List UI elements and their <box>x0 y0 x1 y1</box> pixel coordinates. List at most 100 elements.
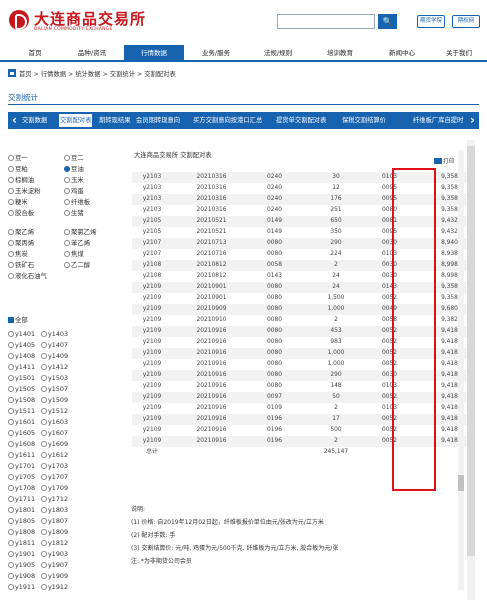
table-scroll-thumb[interactable] <box>458 475 464 491</box>
contract-option[interactable]: y1805 <box>8 517 35 525</box>
tab-7[interactable]: 纤维板厂库自提时 <box>413 114 463 127</box>
tab-5[interactable]: 提货单交割配对表 <box>276 114 326 127</box>
nav-item-0[interactable]: 首页 <box>10 45 60 62</box>
contract-option[interactable]: y1803 <box>41 506 68 514</box>
variety-option[interactable]: 焦煤 <box>64 249 84 258</box>
contract-option[interactable]: y1712 <box>41 495 68 503</box>
contract-option[interactable]: y1709 <box>41 484 68 492</box>
contract-option[interactable]: y1403 <box>41 330 68 338</box>
print-button[interactable]: 打印 <box>434 156 455 165</box>
contract-option[interactable]: y1411 <box>8 363 35 371</box>
contract-option[interactable]: y1708 <box>8 484 35 492</box>
contract-option[interactable]: y1503 <box>41 374 68 382</box>
variety-option[interactable]: 豆一 <box>8 153 28 162</box>
contract-option[interactable]: y1703 <box>41 462 68 470</box>
variety-option[interactable]: 乙二醇 <box>64 260 90 269</box>
tab-6[interactable]: 保税交割结算价 <box>342 114 386 127</box>
tab-next-icon[interactable]: › <box>466 112 479 129</box>
variety-option[interactable]: 聚丙烯 <box>8 238 34 247</box>
variety-option[interactable]: 苯乙烯 <box>64 238 90 247</box>
nav-item-1[interactable]: 品种/资讯 <box>62 45 122 62</box>
contract-option[interactable]: y1705 <box>8 473 35 481</box>
variety-option[interactable]: 玉米 <box>64 175 84 184</box>
variety-option[interactable]: 粳米 <box>8 197 28 206</box>
contract-option[interactable]: y1511 <box>8 407 35 415</box>
nav-item-5[interactable]: 培训教育 <box>310 45 370 62</box>
contract-option[interactable]: y1605 <box>8 429 35 437</box>
contract-option[interactable]: y1707 <box>41 473 68 481</box>
contract-option[interactable]: y1512 <box>41 407 68 415</box>
contract-option[interactable]: y1701 <box>8 462 35 470</box>
contract-option[interactable]: y1508 <box>8 396 35 404</box>
contract-option[interactable]: y1608 <box>8 440 35 448</box>
tab-prev-icon[interactable]: ‹ <box>8 112 21 129</box>
contract-option[interactable]: y1612 <box>41 451 68 459</box>
search-input[interactable] <box>277 14 375 29</box>
all-contracts-checkbox[interactable]: 全部 <box>8 315 28 324</box>
contract-option[interactable]: y1601 <box>8 418 35 426</box>
variety-option[interactable]: 铁矿石 <box>8 260 34 269</box>
panel-scroll-thumb[interactable] <box>467 146 475 556</box>
contract-option[interactable]: y1911 <box>8 583 35 591</box>
variety-option[interactable]: 玉米淀粉 <box>8 186 41 195</box>
variety-option[interactable]: 棕榈油 <box>8 175 34 184</box>
nav-item-7[interactable]: 关于我们 <box>434 45 484 62</box>
contract-option[interactable]: y1801 <box>8 506 35 514</box>
table-scrollbar[interactable] <box>458 150 464 590</box>
contract-option[interactable]: y1603 <box>41 418 68 426</box>
radio-icon <box>41 529 47 535</box>
options-site-button[interactable]: 期权网 <box>452 15 480 28</box>
tab-3[interactable]: 会员期转现意向 <box>136 114 180 127</box>
variety-option[interactable]: 豆二 <box>64 153 84 162</box>
contract-option[interactable]: y1811 <box>8 539 35 547</box>
contract-option[interactable]: y1711 <box>8 495 35 503</box>
radio-icon <box>64 155 70 161</box>
contract-option[interactable]: y1609 <box>41 440 68 448</box>
home-icon[interactable] <box>8 69 16 77</box>
contract-option[interactable]: y1611 <box>8 451 35 459</box>
contract-option[interactable]: y1405 <box>8 341 35 349</box>
contract-option[interactable]: y1912 <box>41 583 68 591</box>
contract-option[interactable]: y1808 <box>8 528 35 536</box>
contract-option[interactable]: y1901 <box>8 550 35 558</box>
tab-4[interactable]: 买方交割意向按港口汇总 <box>193 114 262 127</box>
variety-option[interactable]: 聚氯乙烯 <box>64 227 97 236</box>
variety-option[interactable]: 豆油 <box>64 164 84 173</box>
nav-item-6[interactable]: 新闻中心 <box>372 45 432 62</box>
contract-option[interactable]: y1809 <box>41 528 68 536</box>
contract-option[interactable]: y1501 <box>8 374 35 382</box>
contract-option[interactable]: y1908 <box>8 572 35 580</box>
contract-option[interactable]: y1907 <box>41 561 68 569</box>
variety-option[interactable]: 液化石油气 <box>8 271 47 280</box>
variety-option[interactable]: 聚乙烯 <box>8 227 34 236</box>
futures-college-button[interactable]: 期货学院 <box>417 15 445 28</box>
nav-item-3[interactable]: 业务/服务 <box>186 45 246 62</box>
tab-1[interactable]: 交割配对表 <box>59 114 93 127</box>
search-button[interactable]: 🔍 <box>378 14 397 29</box>
contract-option[interactable]: y1505 <box>8 385 35 393</box>
tab-2[interactable]: 期转现结果 <box>99 114 130 127</box>
variety-option[interactable]: 生猪 <box>64 208 84 217</box>
contract-option[interactable]: y1903 <box>41 550 68 558</box>
variety-option[interactable]: 鸡蛋 <box>64 186 84 195</box>
variety-option[interactable]: 豆粕 <box>8 164 28 173</box>
contract-option[interactable]: y1905 <box>8 561 35 569</box>
contract-option[interactable]: y1812 <box>41 539 68 547</box>
table-cell: 20210916 <box>196 339 227 345</box>
contract-option[interactable]: y1408 <box>8 352 35 360</box>
contract-option[interactable]: y1509 <box>41 396 68 404</box>
nav-item-4[interactable]: 法规/规则 <box>248 45 308 62</box>
variety-option[interactable]: 纤维板 <box>64 197 90 206</box>
contract-option[interactable]: y1507 <box>41 385 68 393</box>
contract-option[interactable]: y1607 <box>41 429 68 437</box>
tab-0[interactable]: 交割数据 <box>22 114 47 127</box>
contract-option[interactable]: y1807 <box>41 517 68 525</box>
nav-item-2[interactable]: 行情数据 <box>124 45 184 62</box>
contract-option[interactable]: y1409 <box>41 352 68 360</box>
variety-option[interactable]: 胶合板 <box>8 208 34 217</box>
contract-option[interactable]: y1407 <box>41 341 68 349</box>
variety-option[interactable]: 焦炭 <box>8 249 28 258</box>
contract-option[interactable]: y1401 <box>8 330 35 338</box>
contract-option[interactable]: y1412 <box>41 363 68 371</box>
contract-option[interactable]: y1909 <box>41 572 68 580</box>
